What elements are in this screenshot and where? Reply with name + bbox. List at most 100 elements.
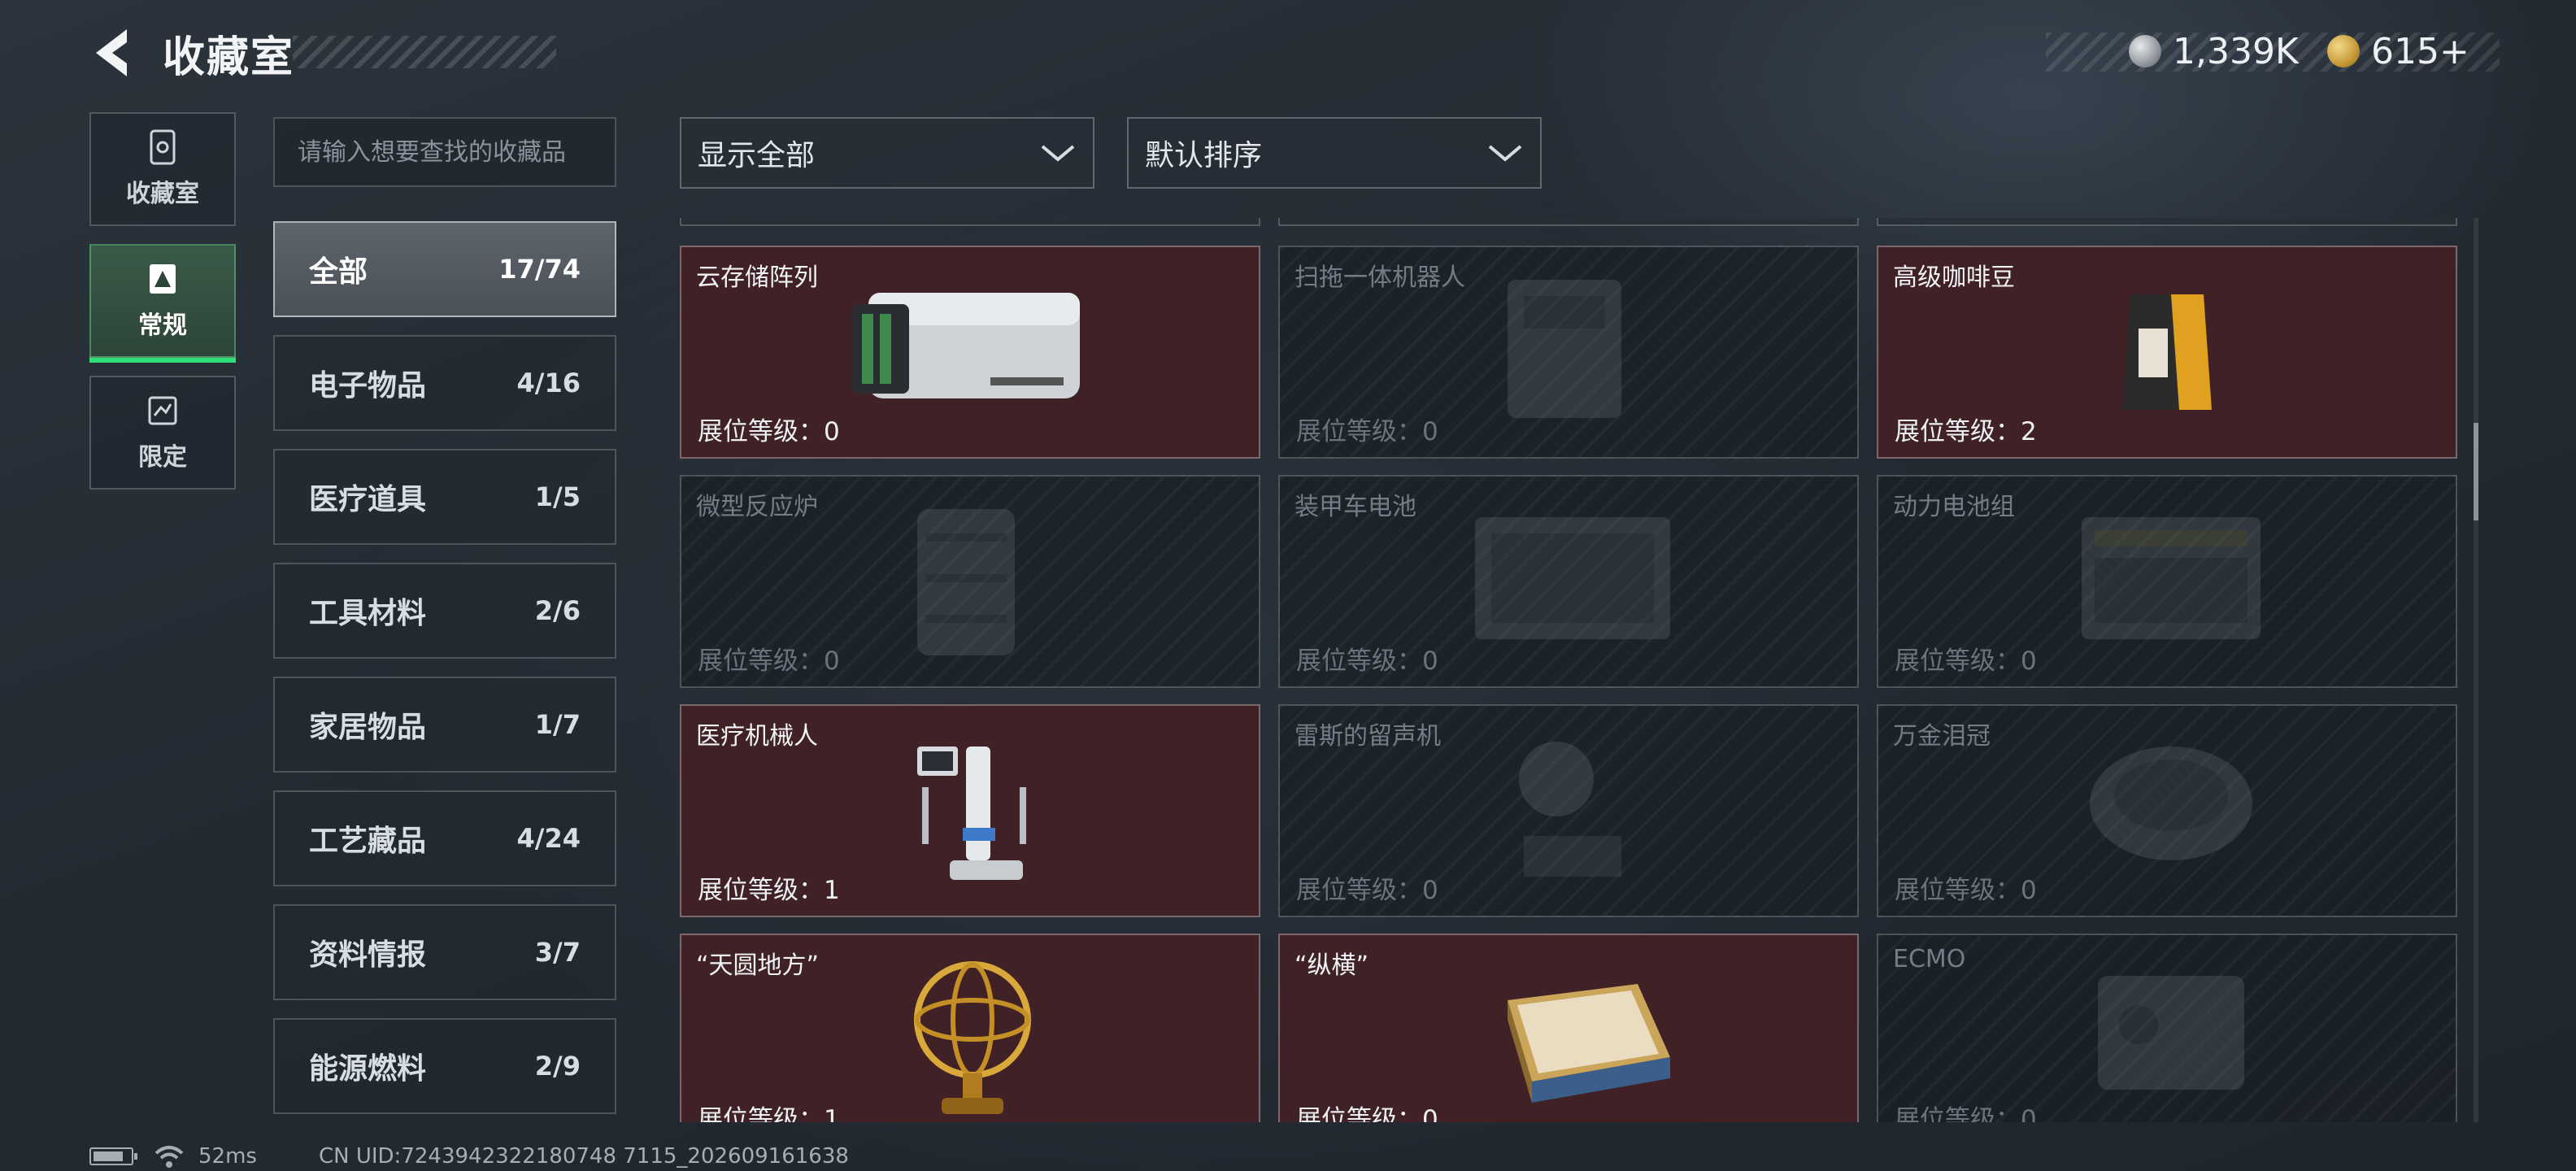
currency-silver: 1,339K — [2129, 28, 2299, 75]
item-card[interactable]: 雷斯的留声机 展位等级：0 — [1278, 704, 1859, 917]
category-count: 4/24 — [516, 823, 581, 854]
category-count: 1/7 — [534, 709, 581, 740]
currency-gold[interactable]: 615+ — [2327, 28, 2469, 75]
item-name: 医疗机械人 — [696, 722, 818, 751]
item-name: 扫拖一体机器人 — [1295, 263, 1465, 292]
item-level: 展位等级：0 — [1895, 1099, 2037, 1122]
search-input[interactable] — [273, 117, 616, 187]
item-card[interactable]: 医疗机械人 展位等级：1 — [680, 704, 1260, 917]
scrollbar-thumb[interactable] — [2474, 423, 2478, 520]
partial-card — [1278, 218, 1859, 226]
item-name: “天圆地方” — [696, 951, 820, 980]
item-level-label: 展位等级： — [698, 417, 824, 446]
item-card[interactable]: ECMO 展位等级：0 — [1877, 934, 2457, 1122]
currency-gold-value: 615+ — [2371, 30, 2469, 72]
side-tab-regular[interactable]: 常规 — [89, 244, 236, 363]
category-name: 工具材料 — [309, 597, 427, 630]
item-name: 云存储阵列 — [696, 263, 818, 292]
item-name: 微型反应炉 — [696, 493, 818, 521]
item-level-value: 0 — [1422, 1105, 1438, 1122]
item-level: 展位等级：1 — [698, 869, 840, 906]
item-level-label: 展位等级： — [698, 876, 824, 905]
side-tab-limited[interactable]: 限定 — [89, 376, 236, 490]
item-card[interactable]: 扫拖一体机器人 展位等级：0 — [1278, 246, 1859, 459]
item-level-value: 0 — [1422, 417, 1438, 446]
category-all[interactable]: 全部 17/74 — [273, 221, 616, 317]
item-level: 展位等级：0 — [1296, 1099, 1438, 1122]
filter-dropdown[interactable]: 显示全部 — [680, 117, 1094, 189]
category-name: 医疗道具 — [309, 483, 427, 516]
grid-scrollbar[interactable] — [2474, 218, 2478, 1122]
chevron-down-icon — [1488, 145, 1522, 162]
back-arrow-icon — [96, 29, 127, 76]
category-electronics[interactable]: 电子物品 4/16 — [273, 335, 616, 431]
category-household[interactable]: 家居物品 1/7 — [273, 677, 616, 773]
item-level-value: 0 — [2021, 646, 2037, 676]
category-name: 电子物品 — [309, 369, 427, 403]
item-card[interactable]: 装甲车电池 展位等级：0 — [1278, 475, 1859, 688]
item-level: 展位等级：0 — [1296, 411, 1438, 447]
item-card[interactable]: 动力电池组 展位等级：0 — [1877, 475, 2457, 688]
category-energy[interactable]: 能源燃料 2/9 — [273, 1018, 616, 1114]
collection-grid[interactable]: 云存储阵列 展位等级：0 扫拖一体机器人 展位等级：0 高级咖啡豆 展位等级：2… — [680, 218, 2457, 1122]
item-name: 动力电池组 — [1893, 493, 2015, 521]
category-count: 3/7 — [534, 937, 581, 968]
gold-coin-icon — [2327, 35, 2360, 67]
battery-icon — [89, 1147, 137, 1165]
ping-value: 52ms — [198, 1144, 257, 1169]
item-level-label: 展位等级： — [1296, 876, 1422, 905]
partial-card — [1877, 218, 2457, 226]
item-level-value: 0 — [1422, 646, 1438, 676]
limited-icon — [148, 396, 177, 425]
item-level: 展位等级：0 — [1895, 640, 2037, 677]
category-name: 全部 — [309, 255, 368, 289]
item-level-label: 展位等级： — [1895, 417, 2021, 446]
item-level-value: 1 — [824, 876, 840, 905]
collection-icon — [150, 129, 176, 165]
item-name: 高级咖啡豆 — [1893, 263, 2015, 292]
item-level: 展位等级：1 — [698, 1099, 840, 1122]
item-name: 装甲车电池 — [1295, 493, 1416, 521]
item-level-value: 0 — [2021, 876, 2037, 905]
page-title: 收藏室 — [163, 33, 295, 82]
partial-card — [680, 218, 1260, 226]
item-level-label: 展位等级： — [1296, 1105, 1422, 1122]
sort-dropdown[interactable]: 默认排序 — [1127, 117, 1542, 189]
item-card[interactable]: 云存储阵列 展位等级：0 — [680, 246, 1260, 459]
category-tools[interactable]: 工具材料 2/6 — [273, 563, 616, 659]
item-card[interactable]: 微型反应炉 展位等级：0 — [680, 475, 1260, 688]
item-level-label: 展位等级： — [1296, 646, 1422, 676]
side-tab-collection[interactable]: 收藏室 — [89, 112, 236, 226]
top-bar: 收藏室 1,339K 615+ — [0, 0, 2576, 106]
category-name: 能源燃料 — [309, 1052, 427, 1086]
currency-silver-value: 1,339K — [2173, 30, 2299, 72]
item-level-value: 1 — [824, 1105, 840, 1122]
item-name: “纵横” — [1295, 951, 1369, 980]
category-count: 2/9 — [534, 1051, 581, 1082]
filter-dropdown-value: 显示全部 — [698, 139, 816, 172]
title-decoration — [293, 36, 556, 68]
category-count: 17/74 — [498, 254, 581, 285]
item-level: 展位等级：0 — [1296, 869, 1438, 906]
category-medical[interactable]: 医疗道具 1/5 — [273, 449, 616, 545]
silver-coin-icon — [2129, 35, 2161, 67]
back-button[interactable] — [88, 24, 145, 81]
sort-dropdown-value: 默认排序 — [1145, 139, 1263, 172]
item-level-label: 展位等级： — [698, 1105, 824, 1122]
item-level-value: 0 — [824, 646, 840, 676]
category-count: 2/6 — [534, 595, 581, 626]
wifi-icon — [154, 1146, 184, 1168]
category-crafts[interactable]: 工艺藏品 4/24 — [273, 790, 616, 886]
item-level: 展位等级：2 — [1895, 411, 2037, 447]
category-intel[interactable]: 资料情报 3/7 — [273, 904, 616, 1000]
category-name: 工艺藏品 — [309, 825, 427, 858]
item-card[interactable]: 万金泪冠 展位等级：0 — [1877, 704, 2457, 917]
item-level: 展位等级：0 — [1895, 869, 2037, 906]
chevron-down-icon — [1041, 145, 1075, 162]
item-card[interactable]: “纵横” 展位等级：0 — [1278, 934, 1859, 1122]
item-card[interactable]: 高级咖啡豆 展位等级：2 — [1877, 246, 2457, 459]
status-footer: 52ms CN UID:7243942322180748 7115_202609… — [89, 1142, 849, 1171]
item-card[interactable]: “天圆地方” 展位等级：1 — [680, 934, 1260, 1122]
uid-text: CN UID:7243942322180748 7115_20260916163… — [318, 1144, 849, 1169]
category-name: 家居物品 — [309, 711, 427, 744]
